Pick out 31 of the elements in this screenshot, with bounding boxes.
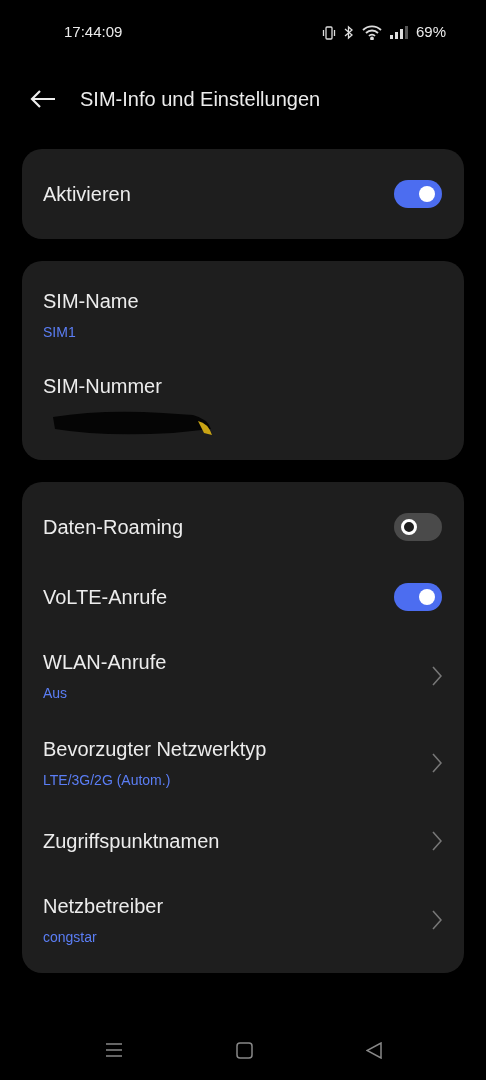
vibrate-icon <box>321 25 336 40</box>
setting-value: LTE/3G/2G (Autom.) <box>43 771 172 790</box>
chevron-right-icon[interactable] <box>432 665 442 686</box>
setting-label: Daten-Roaming <box>43 515 184 540</box>
home-icon[interactable] <box>235 1041 253 1059</box>
toggle-switch[interactable] <box>394 583 442 611</box>
setting-label: Aktivieren <box>43 182 131 207</box>
setting-label: Zugriffspunktnamen <box>43 829 220 854</box>
bluetooth-icon <box>343 25 354 40</box>
chevron-right-icon[interactable] <box>432 831 442 851</box>
status-time: 17:44:09 <box>64 22 123 43</box>
setting-label: SIM-Name <box>43 289 139 314</box>
setting-label: VoLTE-Anrufe <box>43 585 168 610</box>
setting-label: Netzbetreiber <box>43 894 164 919</box>
setting-value: Aus <box>43 684 69 703</box>
toggle-switch[interactable] <box>394 180 442 208</box>
wifi-icon <box>361 25 382 40</box>
setting-value: SIM1 <box>43 323 77 342</box>
page-title: SIM-Info und Einstellungen <box>80 87 321 112</box>
menu-icon[interactable] <box>104 1042 123 1058</box>
chevron-right-icon[interactable] <box>432 909 442 930</box>
setting-value: congstar <box>43 928 98 947</box>
signal-icon <box>389 26 408 39</box>
back-arrow-icon[interactable] <box>30 89 56 109</box>
chevron-right-icon[interactable] <box>432 752 442 773</box>
setting-label: WLAN-Anrufe <box>43 650 167 675</box>
back-icon[interactable] <box>365 1041 382 1059</box>
setting-label: Bevorzugter Netzwerktyp <box>43 737 267 762</box>
battery-level: 69% <box>415 22 446 43</box>
toggle-switch[interactable] <box>394 513 442 541</box>
setting-label: SIM-Nummer <box>43 374 163 399</box>
